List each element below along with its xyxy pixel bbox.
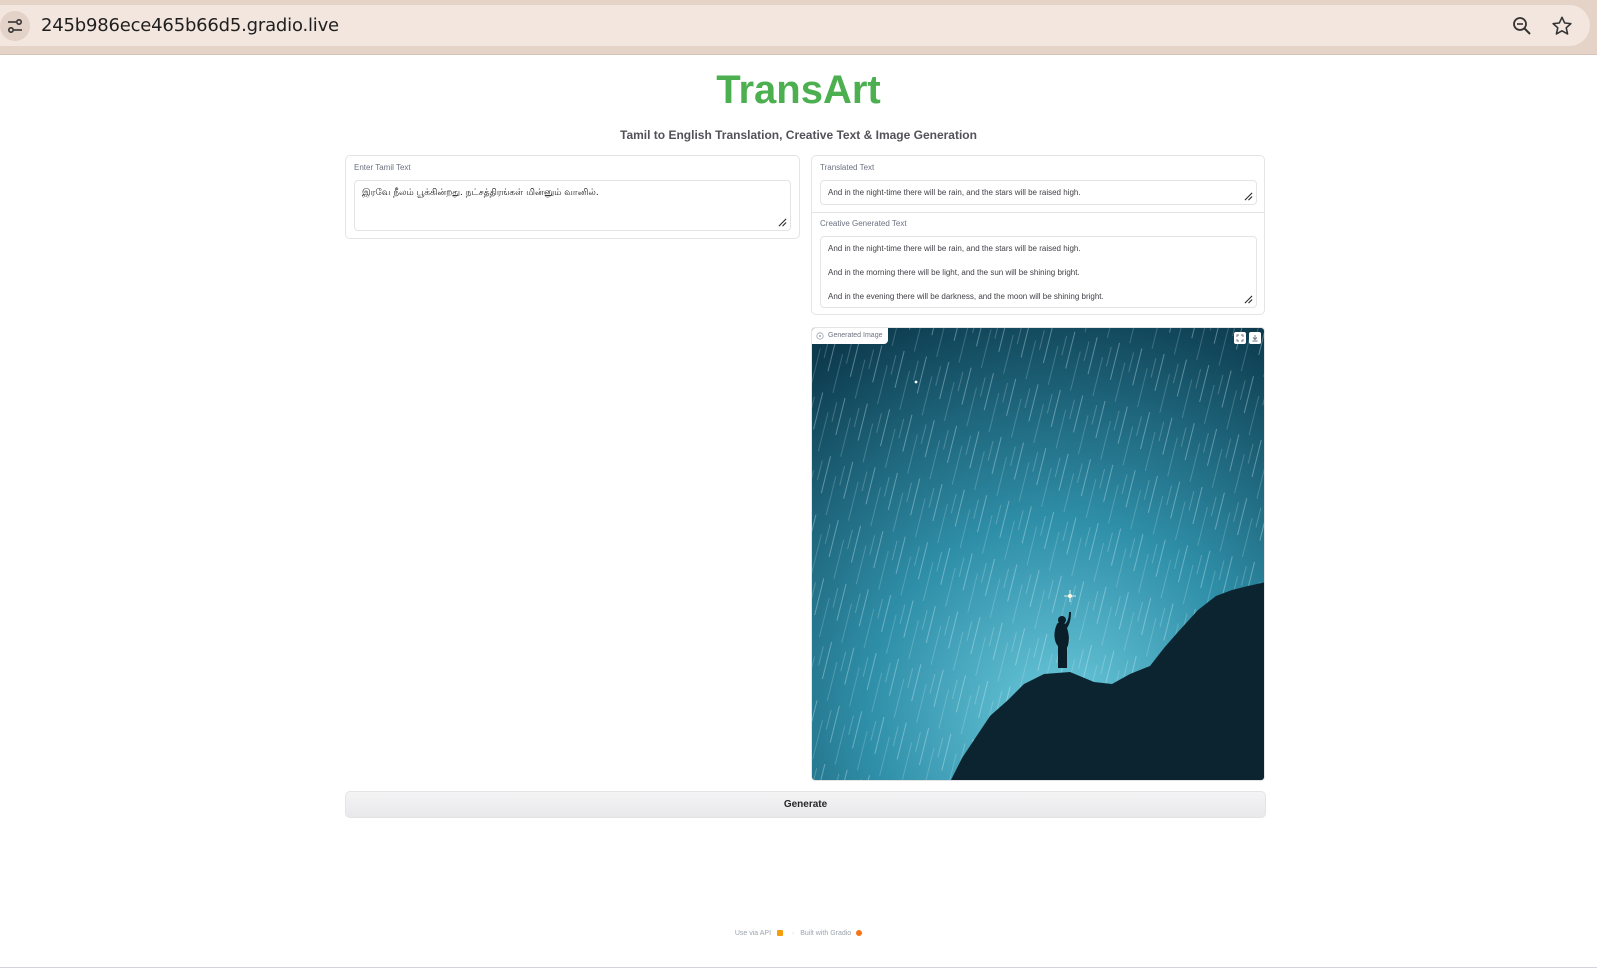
tamil-text-input[interactable]: இரவே நீலம் பூக்கின்றது. நட்சத்திரங்கள் ம… — [354, 180, 791, 231]
generated-image[interactable] — [812, 328, 1265, 781]
browser-toolbar: 245b986ece465b66d5.gradio.live — [0, 0, 1597, 55]
zoom-out-icon[interactable] — [1510, 14, 1534, 38]
output-group: Translated Text And in the night-time th… — [811, 155, 1265, 315]
creative-line: And in the morning there will be light, … — [828, 268, 1080, 277]
tamil-input-block: Enter Tamil Text இரவே நீலம் பூக்கின்றது.… — [345, 155, 800, 239]
divider — [812, 212, 1264, 213]
tune-icon[interactable] — [0, 11, 30, 41]
resize-handle-icon[interactable] — [1244, 295, 1253, 304]
fullscreen-icon[interactable] — [1234, 332, 1246, 344]
creative-line: And in the night-time there will be rain… — [828, 244, 1081, 253]
app-subtitle: Tamil to English Translation, Creative T… — [620, 128, 977, 142]
use-via-api-link[interactable]: Use via API — [735, 930, 771, 937]
generated-image-label: Generated Image — [812, 328, 889, 344]
star-icon[interactable] — [1550, 14, 1574, 38]
tamil-text-value[interactable]: இரவே நீலம் பூக்கின்றது. நட்சத்திரங்கள் ம… — [362, 188, 599, 198]
generate-button[interactable]: Generate — [345, 791, 1266, 818]
resize-handle-icon[interactable] — [1244, 192, 1253, 201]
url-text[interactable]: 245b986ece465b66d5.gradio.live — [41, 15, 339, 36]
image-icon — [816, 332, 824, 340]
footer: Use via API · Built with Gradio — [0, 930, 1597, 937]
generated-image-label-text: Generated Image — [828, 332, 883, 339]
generated-image-block: Generated Image — [811, 327, 1265, 781]
rocket-icon — [776, 930, 783, 937]
creative-text-output[interactable]: And in the night-time there will be rain… — [820, 236, 1257, 308]
resize-handle-icon[interactable] — [778, 218, 787, 227]
address-bar[interactable]: 245b986ece465b66d5.gradio.live — [0, 5, 1590, 46]
translated-text-label: Translated Text — [820, 163, 875, 172]
gradio-logo-icon — [856, 930, 863, 937]
translated-text-value: And in the night-time there will be rain… — [828, 188, 1081, 197]
built-with-gradio-link[interactable]: Built with Gradio — [800, 930, 851, 937]
app-title: TransArt — [716, 68, 881, 112]
creative-text-label: Creative Generated Text — [820, 219, 907, 228]
footer-separator: · — [791, 930, 795, 937]
translated-text-output[interactable]: And in the night-time there will be rain… — [820, 180, 1257, 205]
creative-line: And in the evening there will be darknes… — [828, 292, 1104, 301]
gradio-app: TransArt Tamil to English Translation, C… — [0, 56, 1597, 968]
download-icon[interactable] — [1249, 332, 1261, 344]
tamil-input-label: Enter Tamil Text — [354, 163, 411, 172]
